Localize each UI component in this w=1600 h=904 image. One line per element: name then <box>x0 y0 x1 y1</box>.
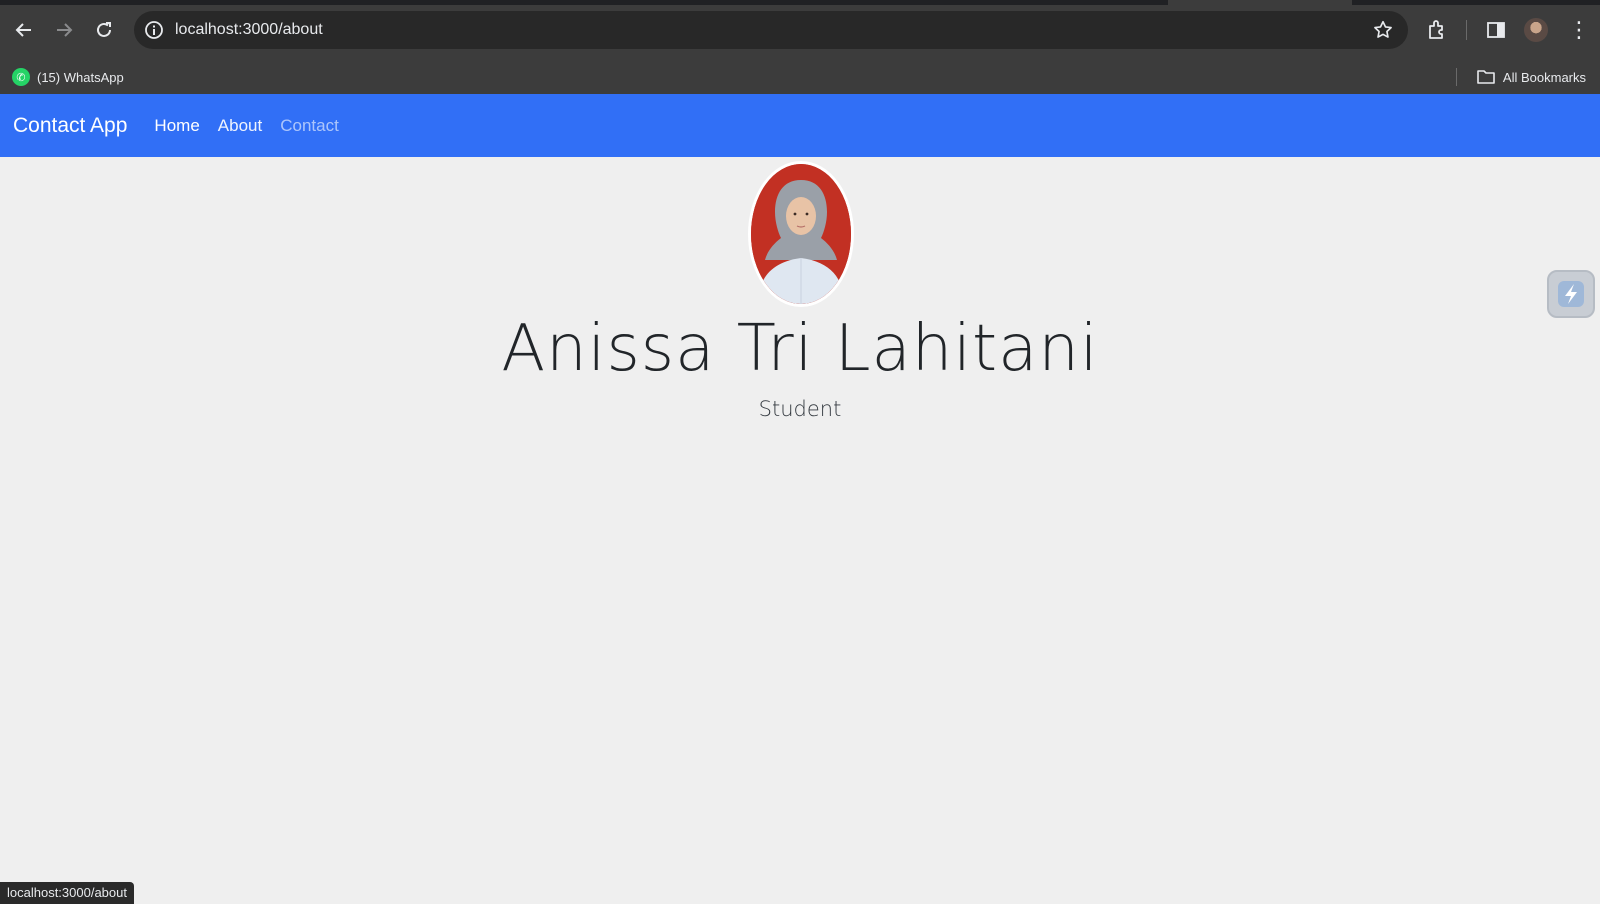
app-navbar: Contact App Home About Contact <box>0 94 1600 157</box>
side-panel-icon[interactable] <box>1484 18 1508 42</box>
back-arrow-icon <box>15 23 31 37</box>
bookmark-whatsapp[interactable]: ✆ (15) WhatsApp <box>12 64 124 90</box>
nav-link-about[interactable]: About <box>218 116 262 136</box>
reload-button[interactable] <box>88 14 120 46</box>
all-bookmarks-button[interactable]: All Bookmarks <box>1477 64 1586 90</box>
nav-link-home[interactable]: Home <box>154 116 199 136</box>
person-portrait-icon <box>751 164 851 304</box>
bookmark-label: (15) WhatsApp <box>37 69 124 85</box>
folder-icon <box>1477 70 1495 84</box>
back-button[interactable] <box>8 14 40 46</box>
profile-name: Anissa Tri Lahitani <box>501 312 1099 386</box>
tab-strip <box>0 0 1600 5</box>
address-bar[interactable]: localhost:3000/about <box>134 11 1408 49</box>
bookmark-star-icon[interactable] <box>1372 19 1394 41</box>
profile-photo <box>748 161 854 307</box>
status-bar-url: localhost:3000/about <box>0 882 134 904</box>
bookmarks-divider <box>1456 68 1457 86</box>
profile-avatar[interactable] <box>1524 18 1548 42</box>
bookmarks-bar: ✆ (15) WhatsApp All Bookmarks <box>0 60 1600 94</box>
about-page: Anissa Tri Lahitani Student <box>0 157 1600 904</box>
nav-links: Home About Contact <box>154 116 356 136</box>
navbar-brand[interactable]: Contact App <box>13 114 127 138</box>
lightning-icon <box>1558 281 1584 307</box>
extensions-icon[interactable] <box>1426 18 1450 42</box>
profile-role: Student <box>758 397 842 421</box>
url-text[interactable]: localhost:3000/about <box>175 21 323 39</box>
more-menu-icon[interactable]: ⋮ <box>1568 16 1590 44</box>
toolbar-divider <box>1466 20 1467 40</box>
forward-button[interactable] <box>48 14 80 46</box>
active-tab[interactable] <box>1168 0 1352 5</box>
nav-link-contact[interactable]: Contact <box>280 116 339 136</box>
reload-icon <box>97 22 111 37</box>
floating-extension-button[interactable] <box>1547 270 1595 318</box>
whatsapp-icon: ✆ <box>12 68 30 86</box>
browser-toolbar: localhost:3000/about ⋮ <box>0 0 1600 60</box>
forward-arrow-icon <box>57 23 73 37</box>
site-info-icon[interactable] <box>144 20 164 40</box>
all-bookmarks-label: All Bookmarks <box>1502 69 1586 85</box>
